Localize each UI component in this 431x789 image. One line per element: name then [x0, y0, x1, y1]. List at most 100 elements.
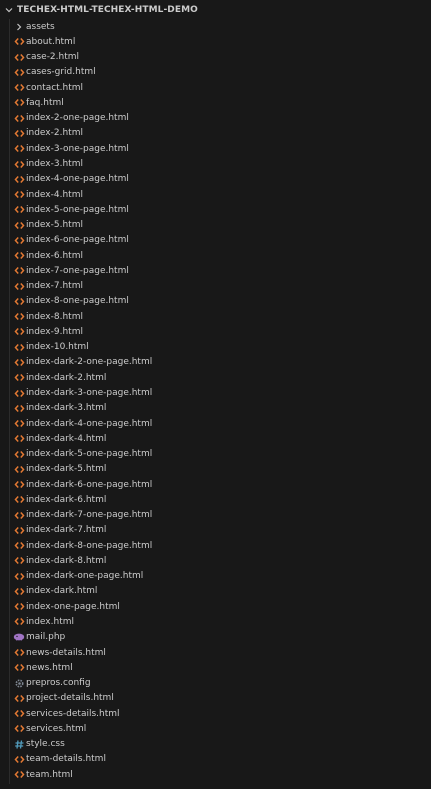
html-file-icon — [13, 311, 25, 323]
file-item[interactable]: prepros.config — [0, 675, 431, 690]
file-label: index-dark-6-one-page.html — [26, 479, 153, 490]
file-item[interactable]: news-details.html — [0, 645, 431, 660]
html-file-icon — [13, 555, 25, 567]
file-label: project-details.html — [26, 693, 114, 704]
html-file-icon — [13, 433, 25, 445]
file-item[interactable]: index-3-one-page.html — [0, 141, 431, 156]
file-label: index-5-one-page.html — [26, 204, 129, 215]
html-file-icon — [13, 570, 25, 582]
html-file-icon — [13, 616, 25, 628]
file-label: index-dark-2.html — [26, 372, 107, 383]
file-item[interactable]: mail.php — [0, 630, 431, 645]
file-item[interactable]: index-8-one-page.html — [0, 294, 431, 309]
html-file-icon — [13, 753, 25, 765]
file-item[interactable]: faq.html — [0, 95, 431, 110]
file-item[interactable]: index-dark-one-page.html — [0, 569, 431, 584]
file-item[interactable]: index-2-one-page.html — [0, 111, 431, 126]
file-item[interactable]: index-8.html — [0, 309, 431, 324]
file-label: index-2.html — [26, 128, 83, 139]
root-folder-title: TECHEX-HTML-TECHEX-HTML-DEMO — [17, 4, 198, 15]
file-label: index-dark-7.html — [26, 525, 107, 536]
file-explorer: TECHEX-HTML-TECHEX-HTML-DEMO assets about… — [0, 0, 431, 789]
file-label: faq.html — [26, 97, 64, 108]
html-file-icon — [13, 448, 25, 460]
html-file-icon — [13, 769, 25, 781]
file-item[interactable]: contact.html — [0, 80, 431, 95]
file-item[interactable]: index-2.html — [0, 126, 431, 141]
file-item[interactable]: index-4.html — [0, 187, 431, 202]
file-item[interactable]: index-dark.html — [0, 584, 431, 599]
file-item[interactable]: index-6.html — [0, 248, 431, 263]
file-label: services.html — [26, 723, 87, 734]
file-item[interactable]: index.html — [0, 614, 431, 629]
file-label: index-7-one-page.html — [26, 265, 129, 276]
file-item[interactable]: services-details.html — [0, 706, 431, 721]
file-item[interactable]: index-dark-5.html — [0, 462, 431, 477]
folder-item[interactable]: assets — [0, 19, 431, 34]
file-item[interactable]: index-dark-5-one-page.html — [0, 446, 431, 461]
html-file-icon — [13, 51, 25, 63]
file-label: index-5.html — [26, 220, 83, 231]
file-item[interactable]: index-4-one-page.html — [0, 172, 431, 187]
file-label: case-2.html — [26, 52, 80, 63]
file-item[interactable]: index-9.html — [0, 324, 431, 339]
file-item[interactable]: index-5.html — [0, 217, 431, 232]
file-item[interactable]: index-dark-2-one-page.html — [0, 355, 431, 370]
file-label: services-details.html — [26, 708, 120, 719]
file-label: assets — [26, 21, 55, 32]
html-file-icon — [13, 402, 25, 414]
file-label: style.css — [26, 739, 65, 750]
html-file-icon — [13, 723, 25, 735]
file-label: index-dark-8-one-page.html — [26, 540, 153, 551]
html-file-icon — [13, 540, 25, 552]
chevron-right-icon — [13, 21, 25, 33]
file-label: index-3.html — [26, 159, 83, 170]
file-item[interactable]: index-dark-7.html — [0, 523, 431, 538]
file-item[interactable]: index-dark-2.html — [0, 370, 431, 385]
file-item[interactable]: index-5-one-page.html — [0, 202, 431, 217]
html-file-icon — [13, 647, 25, 659]
file-item[interactable]: team-details.html — [0, 752, 431, 767]
file-item[interactable]: team.html — [0, 767, 431, 782]
file-label: index-dark-5-one-page.html — [26, 449, 153, 460]
file-item[interactable]: index-dark-8-one-page.html — [0, 538, 431, 553]
file-item[interactable]: index-10.html — [0, 340, 431, 355]
file-item[interactable]: index-3.html — [0, 156, 431, 171]
file-label: index-dark-3.html — [26, 403, 107, 414]
file-item[interactable]: about.html — [0, 34, 431, 49]
file-item[interactable]: index-dark-6-one-page.html — [0, 477, 431, 492]
html-file-icon — [13, 158, 25, 170]
html-file-icon — [13, 524, 25, 536]
file-item[interactable]: index-7.html — [0, 279, 431, 294]
file-item[interactable]: index-dark-4-one-page.html — [0, 416, 431, 431]
file-item[interactable]: project-details.html — [0, 691, 431, 706]
explorer-root-folder[interactable]: TECHEX-HTML-TECHEX-HTML-DEMO — [0, 0, 431, 19]
html-file-icon — [13, 662, 25, 674]
file-label: news-details.html — [26, 647, 106, 658]
file-item[interactable]: index-dark-7-one-page.html — [0, 508, 431, 523]
file-item[interactable]: services.html — [0, 721, 431, 736]
html-file-icon — [13, 127, 25, 139]
file-label: prepros.config — [26, 678, 91, 689]
html-file-icon — [13, 234, 25, 246]
file-label: index-8.html — [26, 311, 83, 322]
file-item[interactable]: index-dark-4.html — [0, 431, 431, 446]
file-item[interactable]: news.html — [0, 660, 431, 675]
file-label: index-2-one-page.html — [26, 113, 129, 124]
file-item[interactable]: index-dark-6.html — [0, 492, 431, 507]
file-item[interactable]: index-dark-3.html — [0, 401, 431, 416]
file-item[interactable]: index-7-one-page.html — [0, 263, 431, 278]
html-file-icon — [13, 509, 25, 521]
file-item[interactable]: index-one-page.html — [0, 599, 431, 614]
file-item[interactable]: index-dark-8.html — [0, 553, 431, 568]
html-file-icon — [13, 97, 25, 109]
file-item[interactable]: index-dark-3-one-page.html — [0, 385, 431, 400]
file-label: index-8-one-page.html — [26, 296, 129, 307]
file-label: team.html — [26, 769, 73, 780]
file-item[interactable]: case-2.html — [0, 50, 431, 65]
file-item[interactable]: cases-grid.html — [0, 65, 431, 80]
file-item[interactable]: index-6-one-page.html — [0, 233, 431, 248]
file-label: mail.php — [26, 632, 66, 643]
html-file-icon — [13, 219, 25, 231]
file-item[interactable]: style.css — [0, 736, 431, 751]
